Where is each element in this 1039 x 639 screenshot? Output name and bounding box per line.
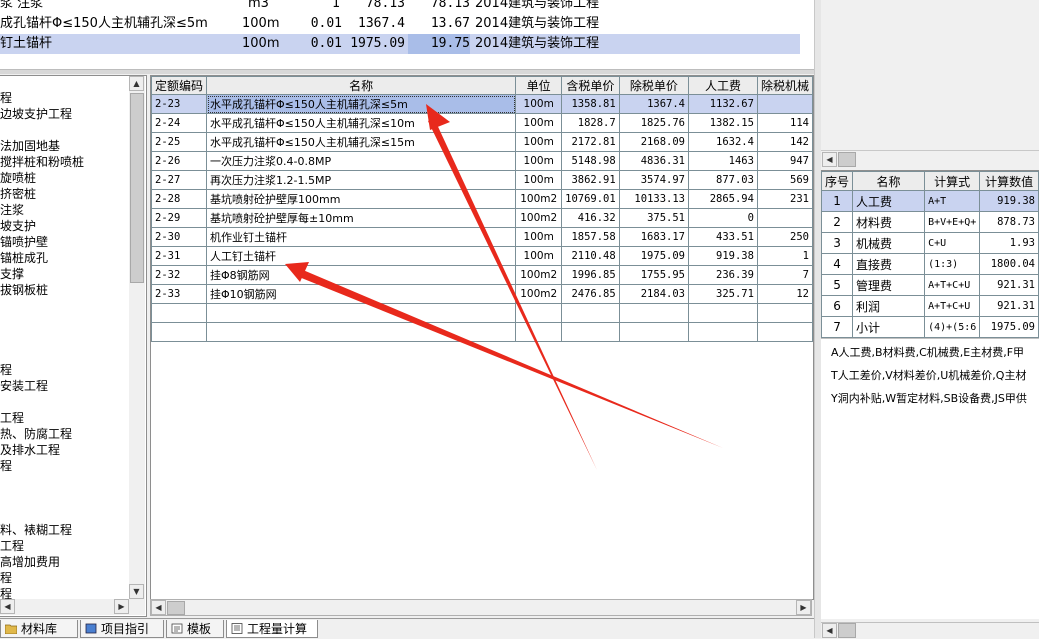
fee-code-legend: A人工费,B材料费,C机械费,E主材费,F甲 T人工差价,V材料差价,U机械差价… [821, 338, 1039, 619]
fee-cell-name[interactable]: 直接费 [852, 253, 926, 275]
fee-cell-formula[interactable]: B+V+E+Q+ [924, 211, 981, 233]
legend-line: A人工费,B材料费,C机械费,E主材费,F甲 [831, 346, 1025, 359]
fee-cell-no[interactable]: 3 [821, 232, 854, 254]
fee-cell-value[interactable]: 1.93 [979, 232, 1039, 254]
folder-icon [4, 621, 18, 635]
fee-cell-name[interactable]: 材料费 [852, 211, 926, 233]
vertical-splitter[interactable] [814, 0, 821, 638]
fee-table: 序号 名称 计算式 计算数值 1 人工费 A+T 919.38 2 材料费 B+V+E+Q+… [821, 171, 1039, 338]
fee-cell-no[interactable]: 6 [821, 295, 854, 317]
scroll-thumb[interactable] [838, 623, 856, 638]
legend-line: T人工差价,V材料差价,U机械差价,Q主材 [831, 369, 1027, 382]
fee-cell-value[interactable]: 921.31 [979, 274, 1039, 296]
fee-row[interactable]: 6 利润 A+T+C+U 921.31 [821, 295, 1039, 317]
fee-cell-value[interactable]: 1975.09 [979, 316, 1039, 338]
scroll-left-arrow-icon[interactable]: ◀ [822, 623, 837, 638]
fee-cell-no[interactable]: 5 [821, 274, 854, 296]
tab-project-guide[interactable]: 项目指引 [80, 620, 164, 638]
fee-cell-name[interactable]: 机械费 [852, 232, 926, 254]
template-icon [171, 621, 183, 634]
fee-row[interactable]: 5 管理费 A+T+C+U 921.31 [821, 274, 1039, 296]
col-header-no[interactable]: 序号 [821, 171, 854, 191]
fee-cell-formula[interactable]: (1:3) [924, 253, 981, 275]
tab-template[interactable]: 模板 [166, 620, 224, 638]
calculator-icon [231, 621, 243, 634]
fee-cell-formula[interactable]: A+T [924, 190, 981, 212]
fee-cell-name[interactable]: 人工费 [852, 190, 926, 212]
fee-row[interactable]: 3 机械费 C+U 1.93 [821, 232, 1039, 254]
fee-cell-formula[interactable]: C+U [924, 232, 981, 254]
fee-row[interactable]: 4 直接费 (1:3) 1800.04 [821, 253, 1039, 275]
right-panel-empty-area [821, 0, 1039, 150]
fee-cell-formula[interactable]: A+T+C+U [924, 274, 981, 296]
fee-cell-no[interactable]: 7 [821, 316, 854, 338]
scroll-thumb[interactable] [838, 152, 856, 167]
bottom-tab-bar: 材料库 项目指引 模板 工程量计算 [0, 618, 814, 639]
col-header-fee-name[interactable]: 名称 [852, 171, 926, 191]
fee-cell-no[interactable]: 1 [821, 190, 854, 212]
annotation-arrows [285, 104, 723, 470]
red-arrow-1 [428, 118, 597, 470]
fee-row[interactable]: 7 小计 (4)+(5:6 1975.09 [821, 316, 1039, 338]
red-arrow-2 [299, 270, 723, 448]
fee-row[interactable]: 2 材料费 B+V+E+Q+ 878.73 [821, 211, 1039, 233]
fee-row[interactable]: 1 人工费 A+T 919.38 [821, 190, 1039, 212]
red-arrow-1-head [426, 104, 450, 130]
fee-cell-no[interactable]: 2 [821, 211, 854, 233]
fee-cell-name[interactable]: 小计 [852, 316, 926, 338]
book-icon [85, 621, 97, 634]
right-panel-scrollbar[interactable]: ◀ [821, 150, 1039, 168]
fee-cell-value[interactable]: 919.38 [979, 190, 1039, 212]
fee-cell-no[interactable]: 4 [821, 253, 854, 275]
fee-header-row: 序号 名称 计算式 计算数值 [821, 171, 1039, 191]
fee-cell-name[interactable]: 利润 [852, 295, 926, 317]
right-panel-bottom-scrollbar[interactable]: ◀ [821, 622, 1039, 639]
tab-material-library[interactable]: 材料库 [0, 620, 78, 638]
fee-grid[interactable]: 序号 名称 计算式 计算数值 1 人工费 A+T 919.38 2 材料费 B+V+E+Q+… [821, 170, 1039, 339]
fee-cell-value[interactable]: 1800.04 [979, 253, 1039, 275]
col-header-value[interactable]: 计算数值 [979, 171, 1039, 191]
fee-cell-formula[interactable]: A+T+C+U [924, 295, 981, 317]
fee-cell-formula[interactable]: (4)+(5:6 [924, 316, 981, 338]
col-header-formula[interactable]: 计算式 [924, 171, 981, 191]
tab-quantity-calc[interactable]: 工程量计算 [226, 620, 318, 638]
fee-cell-value[interactable]: 921.31 [979, 295, 1039, 317]
fee-cell-value[interactable]: 878.73 [979, 211, 1039, 233]
fee-cell-name[interactable]: 管理费 [852, 274, 926, 296]
legend-line: Y洞内补贴,W暂定材料,SB设备费,JS甲供 [831, 392, 1027, 405]
scroll-left-arrow-icon[interactable]: ◀ [822, 152, 837, 167]
